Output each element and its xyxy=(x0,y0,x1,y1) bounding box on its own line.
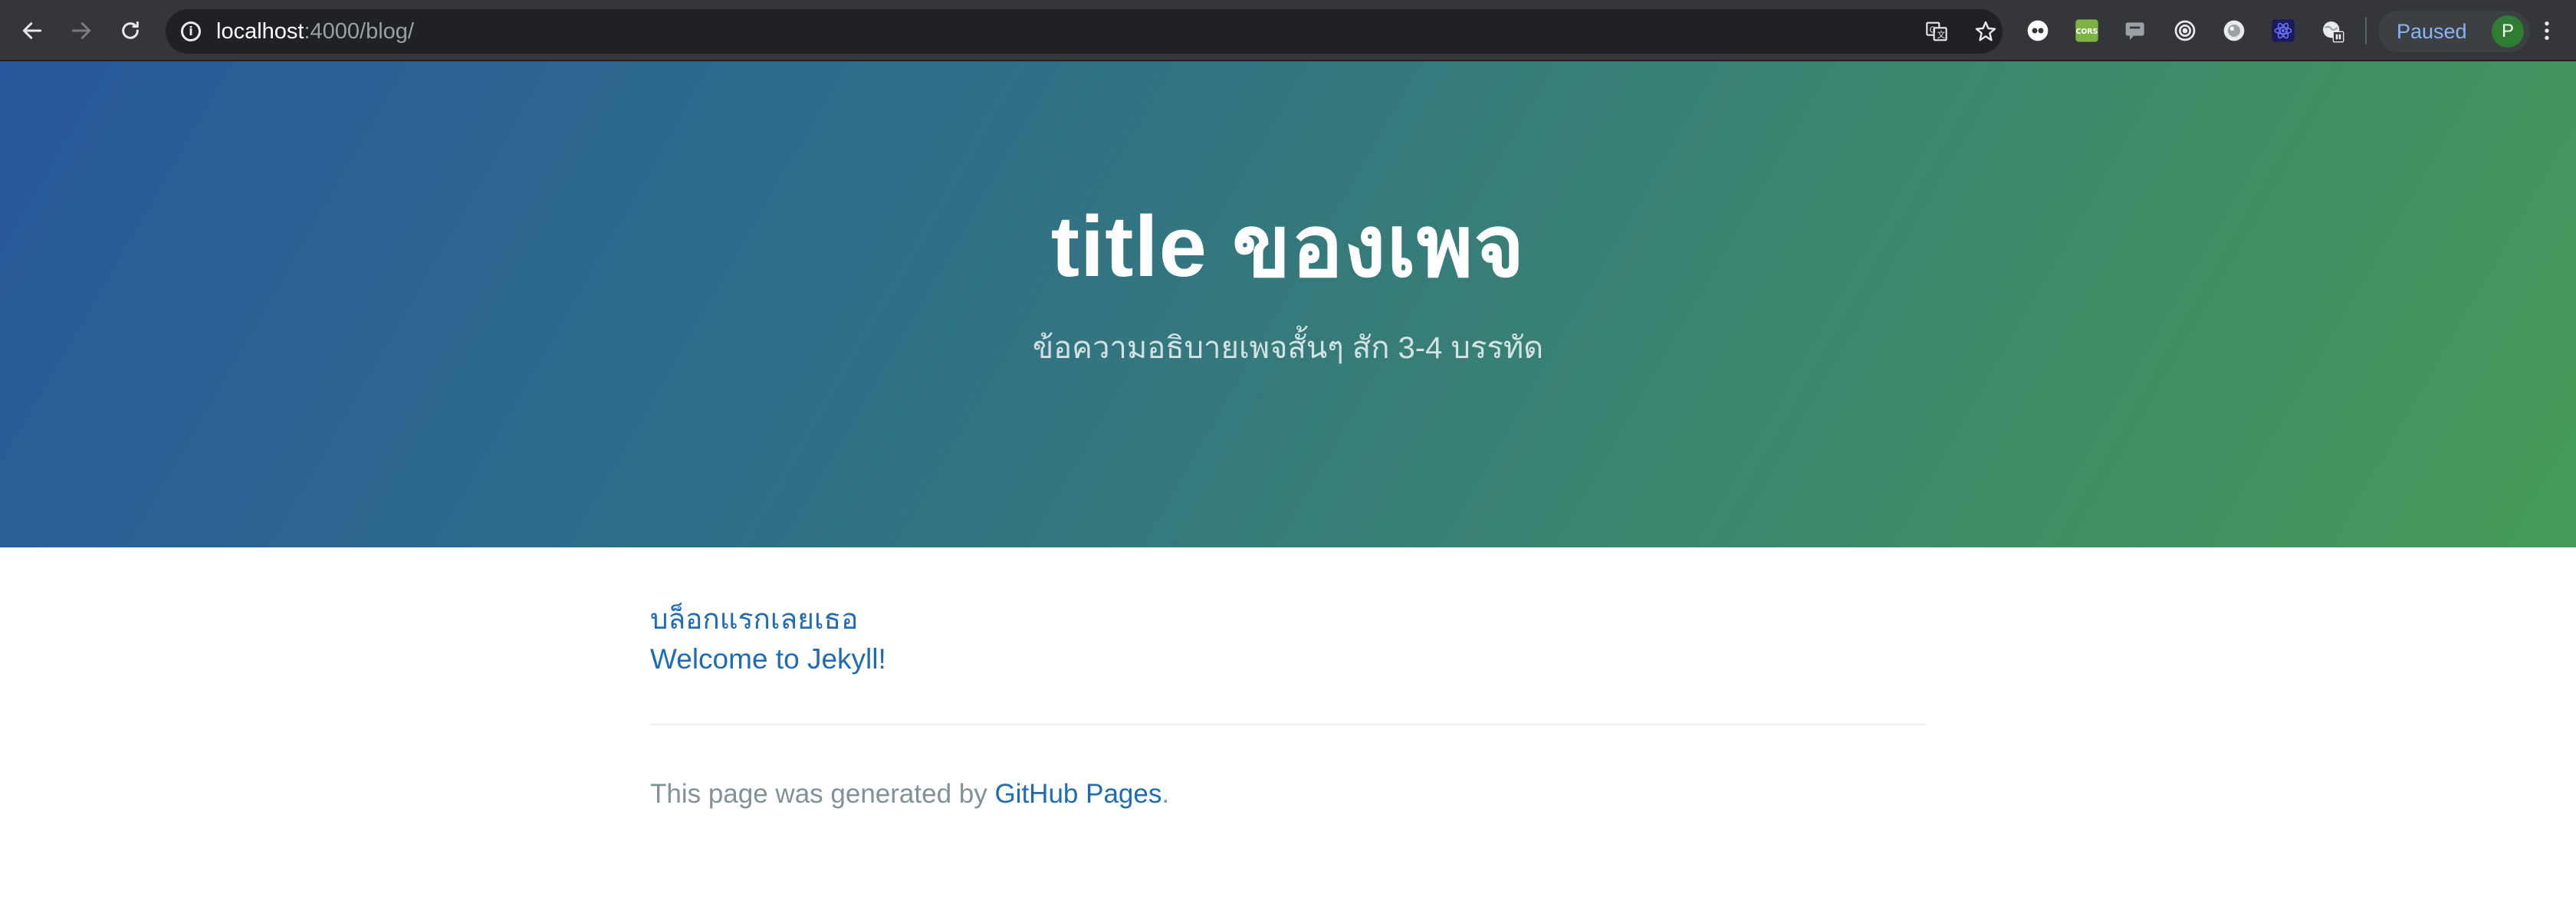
svg-text:CORS: CORS xyxy=(2076,28,2098,36)
github-pages-link[interactable]: GitHub Pages xyxy=(994,779,1162,809)
footer-divider xyxy=(650,724,1926,725)
main-content: บล็อกแรกเลยเธอ Welcome to Jekyll! This p… xyxy=(650,547,1926,920)
url-host: localhost xyxy=(216,19,304,44)
post-list: บล็อกแรกเลยเธอ Welcome to Jekyll! xyxy=(650,600,886,679)
extension-chat-icon[interactable] xyxy=(2124,18,2148,43)
browser-toolbar: i localhost:4000/blog/ G 文 CORS Paused P xyxy=(0,0,2576,61)
reload-icon xyxy=(122,21,139,39)
extension-target-icon[interactable] xyxy=(2173,18,2197,43)
toolbar-separator xyxy=(2365,17,2367,44)
page-tagline: ข้อความอธิบายเพจสั้นๆ สัก 3-4 บรรทัด xyxy=(1032,331,1544,365)
browser-menu-button[interactable] xyxy=(2532,14,2562,48)
back-button[interactable] xyxy=(17,15,48,46)
arrow-left-icon xyxy=(22,22,42,39)
extension-cors-icon[interactable]: CORS xyxy=(2075,18,2099,43)
forward-button[interactable] xyxy=(66,15,97,46)
post-link[interactable]: Welcome to Jekyll! xyxy=(650,643,886,675)
page-header: title ของเพจ ข้อความอธิบายเพจสั้นๆ สัก 3… xyxy=(0,61,2576,547)
footer-text: This page was generated by xyxy=(650,779,995,809)
footer-suffix: . xyxy=(1162,779,1170,809)
profile-status-label: Paused xyxy=(2397,20,2467,43)
list-item: Welcome to Jekyll! xyxy=(650,639,886,679)
profile-button[interactable]: Paused P xyxy=(2378,11,2530,52)
svg-text:文: 文 xyxy=(1937,30,1946,40)
address-bar[interactable]: i localhost:4000/blog/ G 文 xyxy=(166,9,2003,54)
site-footer: This page was generated by GitHub Pages. xyxy=(650,776,1169,813)
page-title: title ของเพจ xyxy=(1050,199,1526,294)
url-text[interactable]: localhost:4000/blog/ xyxy=(216,19,414,44)
extension-globe-icon[interactable] xyxy=(2320,18,2344,43)
list-item: บล็อกแรกเลยเธอ xyxy=(650,600,886,639)
avatar: P xyxy=(2492,15,2524,48)
arrow-right-icon xyxy=(71,22,91,39)
translate-icon[interactable]: G 文 xyxy=(1924,19,1949,44)
extension-dark-reader-icon[interactable] xyxy=(2026,18,2050,43)
site-info-icon[interactable]: i xyxy=(181,21,201,41)
extension-react-devtools-icon[interactable] xyxy=(2271,18,2295,43)
bookmark-star-icon[interactable] xyxy=(1973,19,1998,44)
extension-record-icon[interactable] xyxy=(2222,18,2246,43)
url-path: :4000/blog/ xyxy=(304,19,414,44)
post-link[interactable]: บล็อกแรกเลยเธอ xyxy=(650,603,858,635)
svg-text:G: G xyxy=(1930,25,1936,34)
more-vert-icon xyxy=(2545,21,2549,40)
reload-button[interactable] xyxy=(115,15,146,46)
